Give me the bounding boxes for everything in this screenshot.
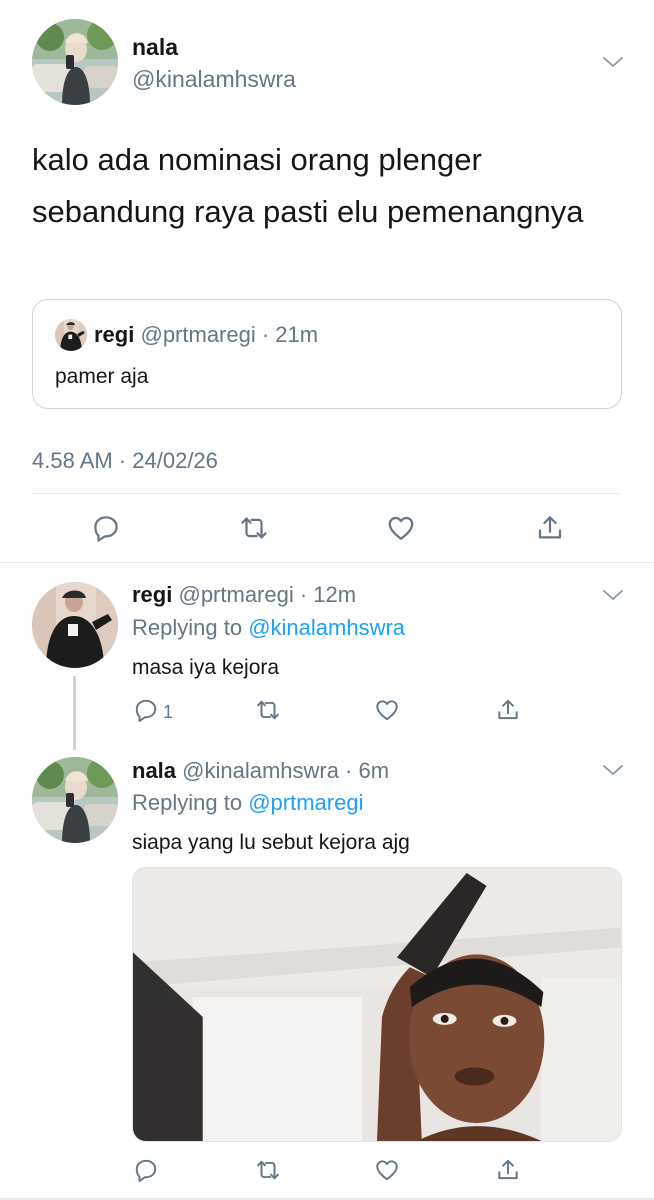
like-icon[interactable] xyxy=(374,697,400,723)
share-icon[interactable] xyxy=(535,513,565,543)
author-name[interactable]: nala xyxy=(132,34,178,61)
replying-to: Replying to @prtmaregi xyxy=(132,790,363,816)
reply-text: siapa yang lu sebut kejora ajg xyxy=(132,831,410,854)
retweet-icon[interactable] xyxy=(239,513,269,543)
author-meta: @prtmaregi · 21m xyxy=(140,322,319,347)
divider xyxy=(32,493,622,494)
replying-to-label: Replying to xyxy=(132,615,243,640)
like-icon[interactable] xyxy=(374,1157,400,1183)
quoted-tweet-header: regi @prtmaregi · 21m xyxy=(94,322,318,348)
chevron-down-icon[interactable] xyxy=(602,55,624,69)
avatar[interactable] xyxy=(32,757,118,843)
reply-icon[interactable] xyxy=(133,697,159,723)
reply-header: regi @prtmaregi · 12m xyxy=(132,582,356,608)
avatar[interactable] xyxy=(32,582,118,668)
reply-text: masa iya kejora xyxy=(132,656,280,679)
retweet-icon[interactable] xyxy=(255,1157,281,1183)
chevron-down-icon[interactable] xyxy=(602,763,624,777)
replying-to-handle[interactable]: @prtmaregi xyxy=(248,790,363,815)
reply-header: nala @kinalamhswra · 6m xyxy=(132,758,389,784)
author-handle[interactable]: @kinalamhswra xyxy=(132,66,296,93)
chevron-down-icon[interactable] xyxy=(602,588,624,602)
avatar xyxy=(55,319,87,351)
avatar[interactable] xyxy=(32,19,118,105)
quoted-tweet[interactable]: regi @prtmaregi · 21m pamer aja xyxy=(32,299,622,409)
tweet-timestamp[interactable]: 4.58 AM · 24/02/26 xyxy=(32,448,218,474)
like-icon[interactable] xyxy=(386,513,416,543)
replying-to-handle[interactable]: @kinalamhswra xyxy=(248,615,405,640)
tweet-photo[interactable] xyxy=(132,867,622,1142)
author-meta[interactable]: @prtmaregi · 12m xyxy=(178,582,356,607)
retweet-icon[interactable] xyxy=(255,697,281,723)
replying-to: Replying to @kinalamhswra xyxy=(132,615,405,641)
author-meta[interactable]: @kinalamhswra · 6m xyxy=(182,758,389,783)
author-name[interactable]: nala xyxy=(132,758,176,783)
share-icon[interactable] xyxy=(495,1157,521,1183)
thread-connector-line xyxy=(73,676,76,750)
author-name[interactable]: regi xyxy=(132,582,172,607)
quoted-tweet-text: pamer aja xyxy=(55,365,149,388)
replying-to-label: Replying to xyxy=(132,790,243,815)
reply-icon[interactable] xyxy=(133,1157,159,1183)
reply-count: 1 xyxy=(163,702,174,722)
share-icon[interactable] xyxy=(495,697,521,723)
author-name: regi xyxy=(94,322,135,347)
divider xyxy=(0,562,654,563)
tweet-text: kalo ada nominasi orang plenger sebandun… xyxy=(32,142,584,229)
reply-icon[interactable] xyxy=(91,513,121,543)
